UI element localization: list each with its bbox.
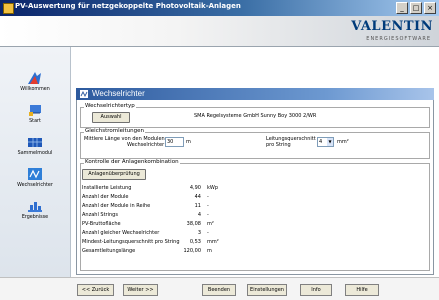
result-unit: - (207, 212, 209, 218)
result-label: Anzahl Strings (82, 212, 118, 218)
result-value: 120,00 (183, 248, 202, 254)
inverter-icon (80, 90, 88, 98)
cross-section-select[interactable]: 4 ▼ (317, 137, 334, 147)
result-value: 4 (197, 212, 201, 218)
result-value: 38,08 (186, 221, 201, 227)
maximize-icon[interactable]: □ (410, 2, 422, 14)
check-system-button[interactable]: Anlagenüberprüfung (82, 169, 146, 180)
sidebar-item-label: Willkommen (20, 87, 50, 92)
result-row: Mindest-Leitungsquerschnitt pro String 0… (82, 239, 242, 248)
result-row: Anzahl gleicher Wechselrichter 3 - (82, 230, 242, 239)
close-icon[interactable]: × (424, 2, 436, 14)
result-unit: - (207, 203, 209, 209)
result-value: 4,90 (189, 185, 201, 191)
back-button[interactable]: << Zurück (77, 284, 114, 296)
banner: VALENTIN ENERGIESOFTWARE (0, 16, 439, 47)
result-value: 0,53 (189, 239, 201, 245)
sidebar-item-welcome[interactable]: Willkommen (0, 71, 70, 92)
brand-tagline: ENERGIESOFTWARE (366, 36, 431, 42)
footer-bar: << Zurück Weiter >> Beenden Einstellunge… (0, 277, 439, 300)
cable-length-label-2: Wechselrichter (127, 142, 165, 148)
result-label: Anzahl der Module (82, 194, 129, 200)
result-value: 11 (194, 203, 201, 209)
sidebar-item-label: Start (29, 119, 41, 124)
sidebar-item-label: Wechselrichter (17, 183, 53, 188)
results-icon (28, 202, 42, 212)
cable-length-unit: m (186, 139, 191, 145)
next-button[interactable]: Weiter >> (123, 284, 158, 296)
group-label: Kontrolle der Anlagenkombination (84, 159, 180, 165)
chevron-down-icon[interactable]: ▼ (327, 138, 333, 146)
result-row: PV-Bruttofläche 38,08 m² (82, 221, 242, 230)
select-inverter-button[interactable]: Auswahl (92, 112, 130, 123)
result-label: Gesamtleitungslänge (82, 248, 136, 254)
result-row: Anzahl Strings 4 - (82, 212, 242, 221)
sidebar: Willkommen Start Sammelmodul Wechselrich… (0, 47, 71, 277)
result-label: Installierte Leistung (82, 185, 132, 191)
inverter-icon (28, 168, 42, 180)
result-unit: m² (207, 221, 214, 227)
result-label: Anzahl gleicher Wechselrichter (82, 230, 160, 236)
sidebar-item-module[interactable]: Sammelmodul (0, 135, 70, 156)
title-bar: PV-Auswertung für netzgekoppelte Photovo… (0, 0, 439, 16)
group-label: Wechselrichtertyp (84, 103, 136, 109)
info-button[interactable]: Info (300, 284, 332, 296)
result-unit: kWp (207, 185, 219, 191)
help-button[interactable]: Hilfe (345, 284, 379, 296)
result-unit: mm² (207, 239, 219, 245)
result-row: Installierte Leistung 4,90 kWp (82, 185, 242, 194)
result-value: 44 (194, 194, 201, 200)
result-row: Anzahl der Module in Reihe 11 - (82, 203, 242, 212)
sidebar-item-label: Sammelmodul (17, 151, 53, 156)
module-icon (28, 138, 42, 147)
brand-logo: VALENTIN (351, 19, 433, 34)
result-value: 3 (197, 230, 201, 236)
panel-header: Wechselrichter (76, 88, 434, 100)
start-icon (29, 105, 41, 116)
selected-inverter-text: SMA Regelsysteme GmbH Sunny Boy 3000 2/W… (194, 113, 317, 119)
sidebar-item-inverter[interactable]: Wechselrichter (0, 167, 70, 188)
window-controls: _ □ × (396, 2, 436, 14)
result-row: Anzahl der Module 44 - (82, 194, 242, 203)
result-unit: - (207, 194, 209, 200)
result-label: Anzahl der Module in Reihe (82, 203, 151, 209)
window-title: PV-Auswertung für netzgekoppelte Photovo… (15, 2, 241, 10)
result-row: Gesamtleitungslänge 120,00 m (82, 248, 242, 257)
cross-section-label-2: pro String (266, 142, 291, 148)
result-unit: - (207, 230, 209, 236)
group-label: Gleichstromleitungen (84, 128, 146, 134)
sidebar-item-start[interactable]: Start (0, 103, 70, 124)
cross-section-unit: mm² (337, 139, 349, 145)
finish-button[interactable]: Beenden (202, 284, 236, 296)
cross-section-value: 4 (319, 139, 323, 145)
cable-length-input[interactable]: 30 (165, 137, 184, 147)
result-unit: m (207, 248, 212, 254)
result-label: PV-Bruttofläche (82, 221, 121, 227)
settings-button[interactable]: Einstellungen (247, 284, 287, 296)
minimize-icon[interactable]: _ (396, 2, 408, 14)
sidebar-item-label: Ergebnisse (21, 215, 49, 220)
app-icon (3, 3, 14, 14)
sidebar-item-results[interactable]: Ergebnisse (0, 199, 70, 220)
page-title: Wechselrichter (92, 89, 145, 98)
result-label: Mindest-Leitungsquerschnitt pro String (82, 239, 180, 245)
welcome-icon (28, 72, 41, 84)
